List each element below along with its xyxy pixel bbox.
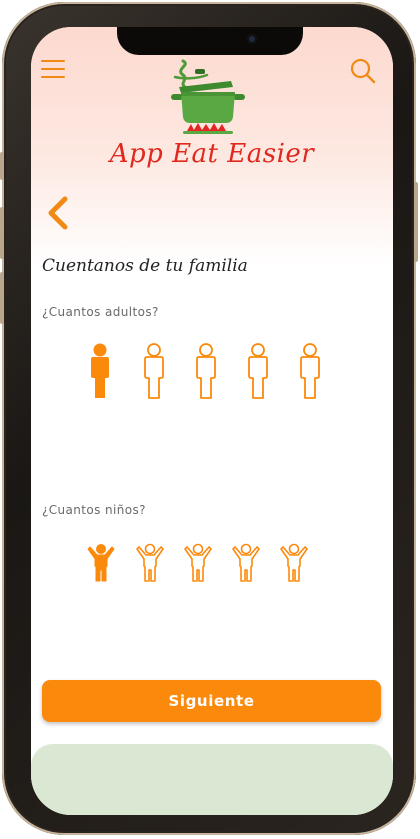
- volume-up-button: [0, 207, 4, 259]
- hamburger-menu-icon[interactable]: [41, 59, 65, 79]
- power-button: [414, 182, 418, 262]
- adult-2-icon[interactable]: [142, 342, 166, 400]
- phone-notch: [117, 27, 303, 55]
- child-4-icon[interactable]: [231, 543, 261, 583]
- adult-4-icon[interactable]: [246, 342, 270, 400]
- next-button[interactable]: Siguiente: [42, 680, 381, 722]
- bottom-panel: [31, 744, 393, 815]
- phone-frame: App Eat Easier Cuentanos de tu familia ¿…: [0, 2, 418, 835]
- child-1-icon[interactable]: [86, 543, 116, 583]
- child-3-icon[interactable]: [183, 543, 213, 583]
- cooking-pot-icon: [171, 59, 245, 134]
- adult-5-icon[interactable]: [298, 342, 322, 400]
- adults-question-label: ¿Cuantos adultos?: [42, 305, 159, 319]
- family-section-title: Cuentanos de tu familia: [42, 256, 248, 276]
- adult-3-icon[interactable]: [194, 342, 218, 400]
- app-title: App Eat Easier: [109, 139, 315, 169]
- menu-line: [41, 76, 65, 78]
- adults-selector: [86, 342, 326, 402]
- children-question-label: ¿Cuantos niños?: [42, 503, 146, 517]
- app-screen: App Eat Easier Cuentanos de tu familia ¿…: [31, 27, 393, 815]
- camera-icon: [247, 34, 257, 44]
- mute-switch: [0, 152, 4, 180]
- children-selector: [86, 543, 326, 603]
- child-5-icon[interactable]: [279, 543, 309, 583]
- menu-line: [41, 68, 65, 70]
- menu-line: [41, 60, 65, 62]
- chevron-left-icon[interactable]: [43, 195, 73, 231]
- child-2-icon[interactable]: [135, 543, 165, 583]
- search-icon[interactable]: [349, 57, 377, 85]
- volume-down-button: [0, 272, 4, 324]
- adult-1-icon[interactable]: [88, 342, 112, 400]
